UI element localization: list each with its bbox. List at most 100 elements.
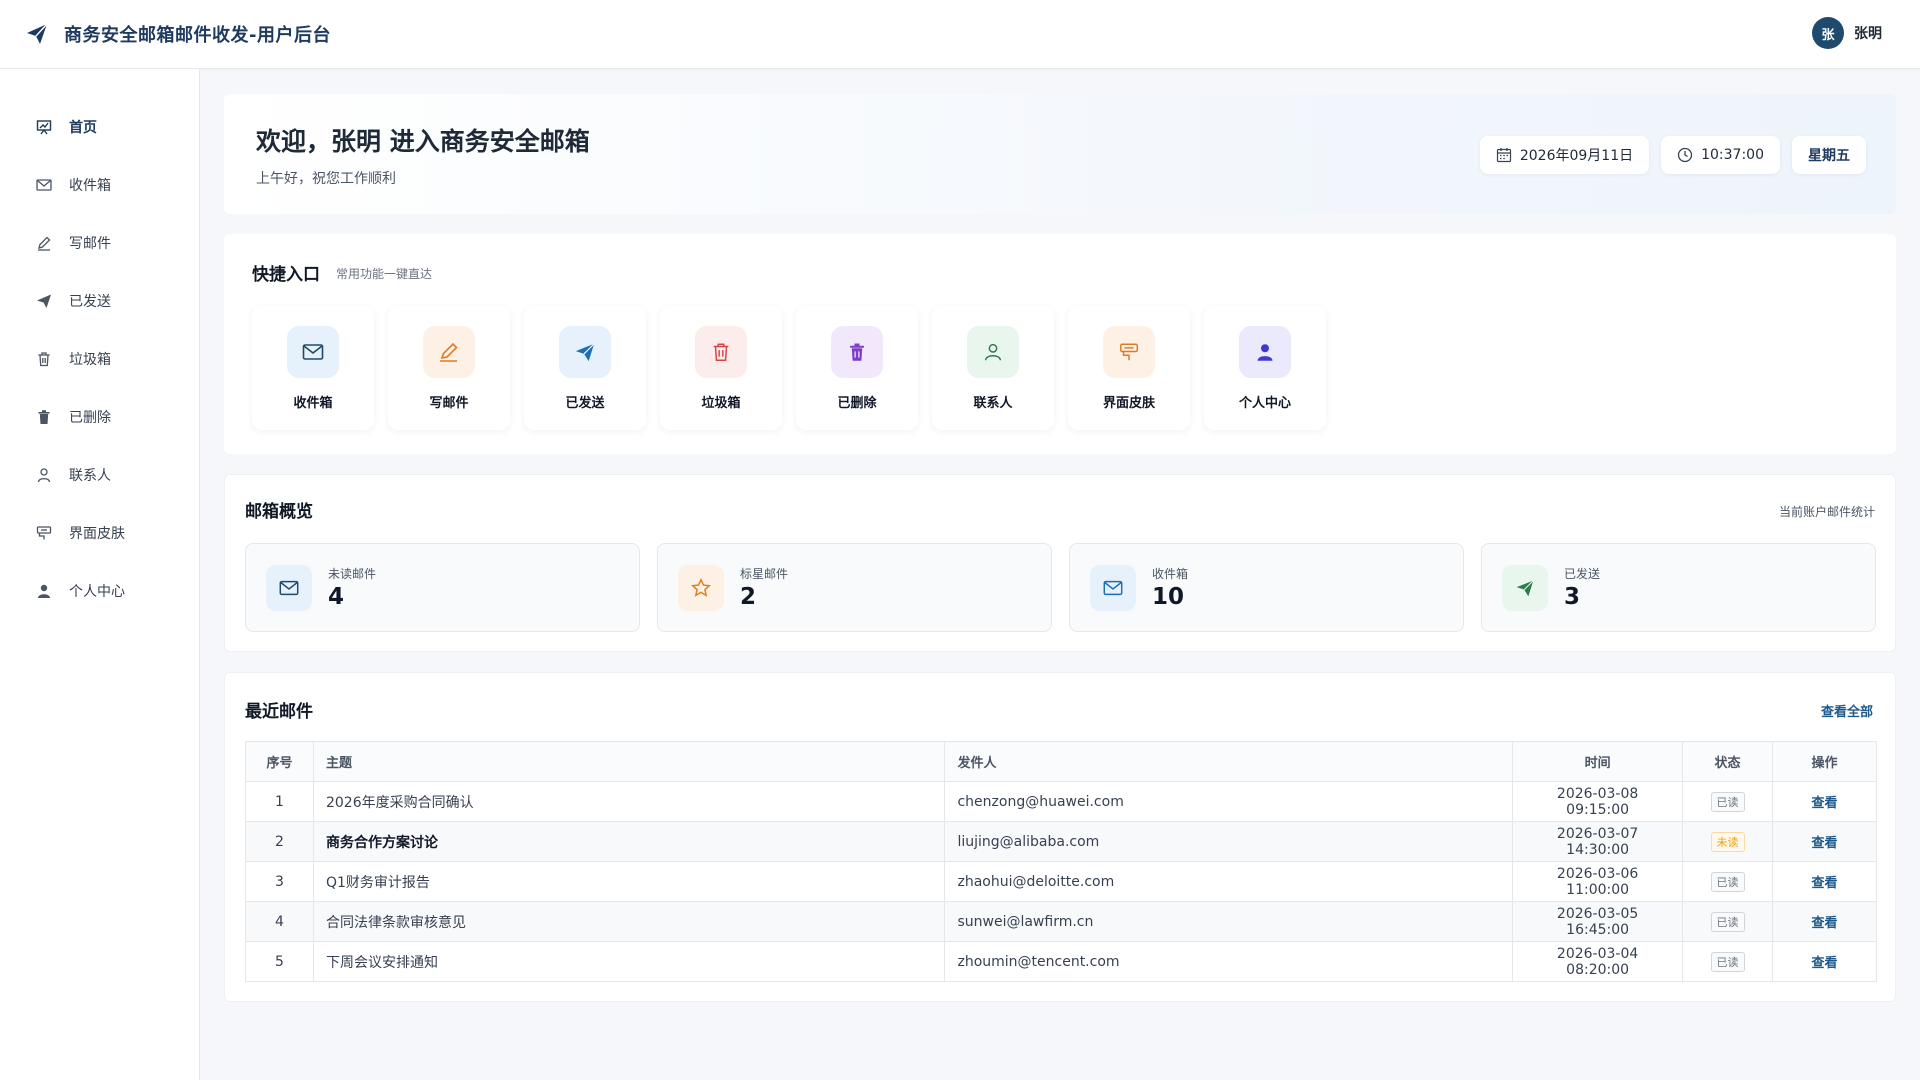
trash-icon <box>35 350 53 368</box>
view-link[interactable]: 查看 <box>1812 876 1838 891</box>
sidebar-item-home[interactable]: 首页 <box>0 98 199 156</box>
cell-status: 已读 <box>1682 861 1774 902</box>
status-badge: 已读 <box>1710 911 1745 932</box>
cell-subject: 商务合作方案讨论 <box>312 821 946 862</box>
view-all-link[interactable]: 查看全部 <box>1821 701 1873 720</box>
trash-filled-icon <box>831 326 883 378</box>
user-menu[interactable]: 张 张明 <box>1812 17 1882 49</box>
stat-value: 2 <box>740 584 757 610</box>
quick-label: 已发送 <box>565 396 605 411</box>
quick-label: 垃圾箱 <box>701 396 741 411</box>
sidebar-item-label: 首页 <box>69 120 97 136</box>
stat-value: 10 <box>1152 584 1185 610</box>
person-filled-icon <box>35 582 53 600</box>
cell-subject: 2026年度采购合同确认 <box>312 781 946 822</box>
cell-time: 2026-03-06 11:00:00 <box>1512 861 1684 902</box>
cell-time: 2026-03-07 14:30:00 <box>1512 821 1684 862</box>
quick-label: 写邮件 <box>429 396 469 411</box>
sidebar-item-label: 写邮件 <box>69 236 111 252</box>
date-text: 2026年09月11日 <box>1519 148 1634 164</box>
quick-compose[interactable]: 写邮件 <box>388 306 510 430</box>
column-header: 序号 <box>245 741 314 782</box>
quick-profile[interactable]: 个人中心 <box>1204 306 1326 430</box>
stat-sent[interactable]: 已发送 3 <box>1481 543 1876 632</box>
column-header: 发件人 <box>944 741 1514 782</box>
stat-value: 4 <box>328 584 345 610</box>
time-text: 10:37:00 <box>1701 147 1764 163</box>
quick-contacts[interactable]: 联系人 <box>932 306 1054 430</box>
pen-icon <box>423 326 475 378</box>
quick-deleted[interactable]: 已删除 <box>796 306 918 430</box>
welcome-subtitle: 上午好，祝您工作顺利 <box>256 171 396 187</box>
date-pill: 2026年09月11日 <box>1479 136 1650 174</box>
avatar[interactable]: 张 <box>1812 17 1844 49</box>
cell-status: 已读 <box>1682 781 1774 822</box>
clock-icon <box>1677 147 1693 163</box>
sidebar-item-profile[interactable]: 个人中心 <box>0 562 199 620</box>
stat-value: 3 <box>1564 584 1581 610</box>
column-header: 时间 <box>1512 741 1684 782</box>
sidebar-item-trash[interactable]: 垃圾箱 <box>0 330 199 388</box>
weekday-pill: 星期五 <box>1792 136 1866 174</box>
welcome-heading: 欢迎，张明 进入商务安全邮箱 <box>256 127 590 156</box>
table-row[interactable]: 1 2026年度采购合同确认 chenzong@huawei.com 2026-… <box>245 781 1877 822</box>
cell-action: 查看 <box>1772 901 1877 942</box>
cell-index: 4 <box>245 901 314 942</box>
quick-label: 界面皮肤 <box>1102 396 1155 411</box>
quick-skin[interactable]: 界面皮肤 <box>1068 306 1190 430</box>
stat-starred[interactable]: 标星邮件 2 <box>657 543 1052 632</box>
cell-time: 2026-03-08 09:15:00 <box>1512 781 1684 822</box>
view-link[interactable]: 查看 <box>1812 796 1838 811</box>
cell-status: 已读 <box>1682 941 1774 982</box>
sidebar-item-label: 联系人 <box>69 468 111 484</box>
cell-action: 查看 <box>1772 941 1877 982</box>
table-row[interactable]: 2 商务合作方案讨论 liujing@alibaba.com 2026-03-0… <box>245 821 1877 862</box>
sidebar-item-sent[interactable]: 已发送 <box>0 272 199 330</box>
sidebar-item-deleted[interactable]: 已删除 <box>0 388 199 446</box>
envelope-icon <box>35 176 53 194</box>
cell-sender: zhoumin@tencent.com <box>944 941 1514 982</box>
stat-inbox[interactable]: 收件箱 10 <box>1069 543 1464 632</box>
quick-label: 已删除 <box>837 396 877 411</box>
sidebar: 首页 收件箱 写邮件 已发送 垃圾箱 已删除 联系人 界面皮肤 个人中心 <box>0 69 200 1080</box>
stat-label: 未读邮件 <box>328 567 377 581</box>
trash-icon <box>695 326 747 378</box>
table-row[interactable]: 3 Q1财务审计报告 zhaohui@deloitte.com 2026-03-… <box>245 861 1877 902</box>
cell-action: 查看 <box>1772 781 1877 822</box>
sidebar-item-compose[interactable]: 写邮件 <box>0 214 199 272</box>
person-filled-icon <box>1239 326 1291 378</box>
quick-inbox[interactable]: 收件箱 <box>252 306 374 430</box>
stat-label: 收件箱 <box>1152 567 1189 581</box>
status-badge: 已读 <box>1710 951 1745 972</box>
sidebar-item-inbox[interactable]: 收件箱 <box>0 156 199 214</box>
paper-plane-icon <box>559 326 611 378</box>
status-badge: 未读 <box>1710 831 1745 852</box>
time-pill: 10:37:00 <box>1661 136 1780 174</box>
cell-index: 1 <box>245 781 314 822</box>
table-row[interactable]: 4 合同法律条款审核意见 sunwei@lawfirm.cn 2026-03-0… <box>245 901 1877 942</box>
overview-title: 邮箱概览 <box>245 502 313 522</box>
cell-index: 5 <box>245 941 314 982</box>
sidebar-item-skin[interactable]: 界面皮肤 <box>0 504 199 562</box>
pen-icon <box>35 234 53 252</box>
user-name[interactable]: 张明 <box>1854 23 1882 43</box>
chart-board-icon <box>35 118 53 136</box>
sidebar-item-label: 界面皮肤 <box>69 526 125 542</box>
table-row[interactable]: 5 下周会议安排通知 zhoumin@tencent.com 2026-03-0… <box>245 941 1877 982</box>
paper-plane-icon <box>1502 564 1548 611</box>
sidebar-item-contacts[interactable]: 联系人 <box>0 446 199 504</box>
star-icon <box>678 564 724 611</box>
user-icon <box>35 466 53 484</box>
top-header: 商务安全邮箱邮件收发-用户后台 张 张明 <box>0 0 1920 69</box>
view-link[interactable]: 查看 <box>1812 836 1838 851</box>
column-header: 状态 <box>1682 741 1774 782</box>
user-icon <box>967 326 1019 378</box>
quick-label: 收件箱 <box>293 396 333 411</box>
view-link[interactable]: 查看 <box>1812 916 1838 931</box>
cell-sender: chenzong@huawei.com <box>944 781 1514 822</box>
paper-plane-icon <box>24 21 50 47</box>
quick-sent[interactable]: 已发送 <box>524 306 646 430</box>
quick-trash[interactable]: 垃圾箱 <box>660 306 782 430</box>
view-link[interactable]: 查看 <box>1812 956 1838 971</box>
stat-unread[interactable]: 未读邮件 4 <box>245 543 640 632</box>
